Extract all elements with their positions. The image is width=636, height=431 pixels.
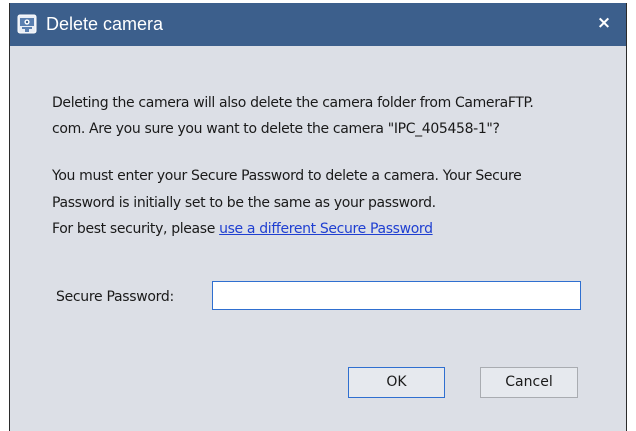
delete-camera-dialog: Delete camera × Deleting the camera will…: [9, 3, 627, 431]
secure-password-input[interactable]: [212, 281, 581, 310]
camera-app-icon: [17, 14, 37, 34]
security-tip-text: For best security, please: [52, 221, 220, 237]
different-secure-password-link[interactable]: use a different Secure Password: [219, 221, 433, 237]
message-line-1: Deleting the camera will also delete the…: [52, 95, 534, 111]
ok-button[interactable]: OK: [348, 367, 445, 398]
close-icon[interactable]: ×: [594, 12, 614, 34]
cancel-button[interactable]: Cancel: [480, 367, 578, 398]
window-title: Delete camera: [46, 14, 164, 34]
secure-password-label: Secure Password:: [56, 289, 174, 305]
message-line-2: com. Are you sure you want to delete the…: [52, 121, 500, 137]
secure-password-notice-line-1: You must enter your Secure Password to d…: [52, 168, 522, 184]
title-bar[interactable]: Delete camera ×: [10, 3, 626, 46]
secure-password-notice-line-2: Password is initially set to be the same…: [52, 195, 436, 211]
security-tip-line: For best security, please use a differen…: [52, 217, 433, 241]
